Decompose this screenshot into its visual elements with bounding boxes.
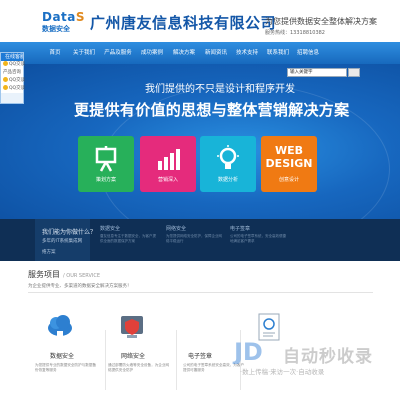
intro-col-network-security[interactable]: 网络安全 为您提供网络安全防护，保障企业网络平稳运行 bbox=[166, 225, 224, 244]
nav-item-cases[interactable]: 成功案例 bbox=[138, 42, 166, 64]
hotline: 服务热线：13318810382 bbox=[265, 30, 325, 36]
logo-wordmark: DataS bbox=[42, 10, 86, 24]
service-name[interactable]: 数据安全 bbox=[50, 351, 74, 360]
online-service-title: 在线客服 bbox=[1, 53, 23, 61]
intro-strip: 我们能为你做什么？ 多年的IT系统集成网 络方案 数据安全 唐友信息专注于数据安… bbox=[0, 219, 400, 261]
tile-label: 策划方案 bbox=[95, 177, 116, 183]
watermark-logo-icon: JD bbox=[232, 338, 263, 364]
tile-design[interactable]: WEB DESIGN 创意设计 bbox=[261, 136, 317, 192]
service-name[interactable]: 电子签章 bbox=[188, 351, 212, 360]
nav-item-products[interactable]: 产品及服务 bbox=[102, 42, 134, 64]
intro-line: 络方案 bbox=[42, 250, 56, 255]
intro-question: 我们能为你做什么？ bbox=[42, 229, 97, 236]
divider bbox=[105, 330, 106, 390]
cloud-icon bbox=[48, 315, 72, 338]
services-title: 服务项目 / OUR SERVICE bbox=[28, 270, 101, 279]
intro-col-title: 网络安全 bbox=[166, 226, 187, 232]
panel-footer bbox=[1, 93, 23, 103]
nav-item-contact[interactable]: 联系我们 bbox=[264, 42, 292, 64]
service-desc: 通过部署防火墙等安全设备，为企业网络提供安全防护 bbox=[108, 363, 170, 372]
bar-chart-icon bbox=[158, 149, 180, 170]
watermark-text: 自动秒收录 bbox=[283, 347, 373, 367]
service-desc: 公司的电子签章系统安全高效，为客户提供可靠服务 bbox=[183, 363, 245, 372]
product-consult-label: 产品咨询 bbox=[3, 70, 21, 75]
tile-label: 数据分析 bbox=[217, 177, 238, 183]
intro-col-desc: 为您提供网络安全防护，保障企业网络平稳运行 bbox=[166, 234, 222, 243]
online-service-panel: 在线客服 QQ交谈 产品咨询 QQ交谈 QQ交谈 bbox=[0, 52, 25, 104]
qq-chat-link[interactable]: QQ交谈 bbox=[1, 61, 25, 69]
hero-tagline: 我们提供的不只是设计和程序开发 bbox=[145, 84, 295, 95]
services-subtitle: 为企业提供专业、多渠道的数据安全解决方案服务！ bbox=[28, 284, 132, 289]
intro-col-desc: 公司的电子签章系统，安全高效便捷地满足客户需求 bbox=[230, 234, 286, 243]
tile-analysis[interactable]: 数据分析 bbox=[200, 136, 256, 192]
intro-col-e-seal[interactable]: 电子签章 公司的电子签章系统，安全高效便捷地满足客户需求 bbox=[230, 225, 288, 244]
tile-planning[interactable]: 策划方案 bbox=[78, 136, 134, 192]
intro-col-desc: 唐友信息专注于数据安全，为客户提供全面的数据保护方案 bbox=[100, 234, 156, 243]
shield-icon bbox=[121, 316, 143, 338]
easel-icon bbox=[95, 146, 117, 172]
qq-icon bbox=[3, 77, 8, 82]
divider bbox=[28, 292, 373, 293]
search-input[interactable]: 输入关键字 bbox=[287, 68, 347, 77]
svg-text:JD: JD bbox=[232, 338, 263, 364]
company-name: 广州唐友信息科技有限公司 bbox=[90, 14, 277, 32]
service-name[interactable]: 网络安全 bbox=[121, 351, 145, 360]
tile-marketing[interactable]: 营销深入 bbox=[140, 136, 196, 192]
lightbulb-icon bbox=[217, 145, 239, 169]
tile-label: 营销深入 bbox=[157, 177, 178, 183]
qq-icon bbox=[3, 61, 8, 66]
main-nav: 首页 关于我们 产品及服务 成功案例 解决方案 新闻资讯 技术支持 联系我们 招… bbox=[0, 42, 400, 64]
tile-label: 创意设计 bbox=[278, 177, 299, 183]
logo-subtitle: 数据安全 bbox=[42, 25, 70, 33]
header-slogan: 为您提供数据安全整体解决方案 bbox=[265, 17, 377, 26]
search-button[interactable] bbox=[348, 68, 360, 77]
nav-item-support[interactable]: 技术支持 bbox=[233, 42, 261, 64]
intro-col-data-security[interactable]: 数据安全 唐友信息专注于数据安全，为客户提供全面的数据保护方案 bbox=[100, 225, 158, 244]
divider bbox=[176, 330, 177, 390]
qq-chat-link[interactable]: QQ交谈 bbox=[1, 85, 25, 93]
hero-banner: 我们提供的不只是设计和程序开发 更提供有价值的思想与整体营销解决方案 策划方案 … bbox=[0, 64, 400, 219]
service-desc: 为您提供专业的数据安全防护与数据备份恢复等服务 bbox=[35, 363, 97, 372]
site-header: DataS 数据安全 广州唐友信息科技有限公司 为您提供数据安全整体解决方案 服… bbox=[0, 0, 400, 42]
nav-item-jobs[interactable]: 招聘信息 bbox=[294, 42, 322, 64]
intro-col-title: 数据安全 bbox=[100, 226, 121, 232]
nav-item-about[interactable]: 关于我们 bbox=[70, 42, 98, 64]
hero-headline: 更提供有价值的思想与整体营销解决方案 bbox=[74, 101, 350, 119]
qq-chat-link[interactable]: QQ交谈 bbox=[1, 77, 25, 85]
nav-item-news[interactable]: 新闻资讯 bbox=[202, 42, 230, 64]
watermark-caption: ·数上传稿·来访一次·自动收录 bbox=[240, 368, 325, 376]
intro-col-title: 电子签章 bbox=[230, 226, 251, 232]
nav-item-solutions[interactable]: 解决方案 bbox=[170, 42, 198, 64]
web-design-wordmark: WEB DESIGN bbox=[265, 144, 313, 170]
nav-item-home[interactable]: 首页 bbox=[44, 42, 66, 64]
qq-icon bbox=[3, 85, 8, 90]
intro-line: 多年的IT系统集成网 bbox=[42, 239, 83, 244]
site-logo[interactable]: DataS 数据安全 bbox=[42, 10, 86, 36]
